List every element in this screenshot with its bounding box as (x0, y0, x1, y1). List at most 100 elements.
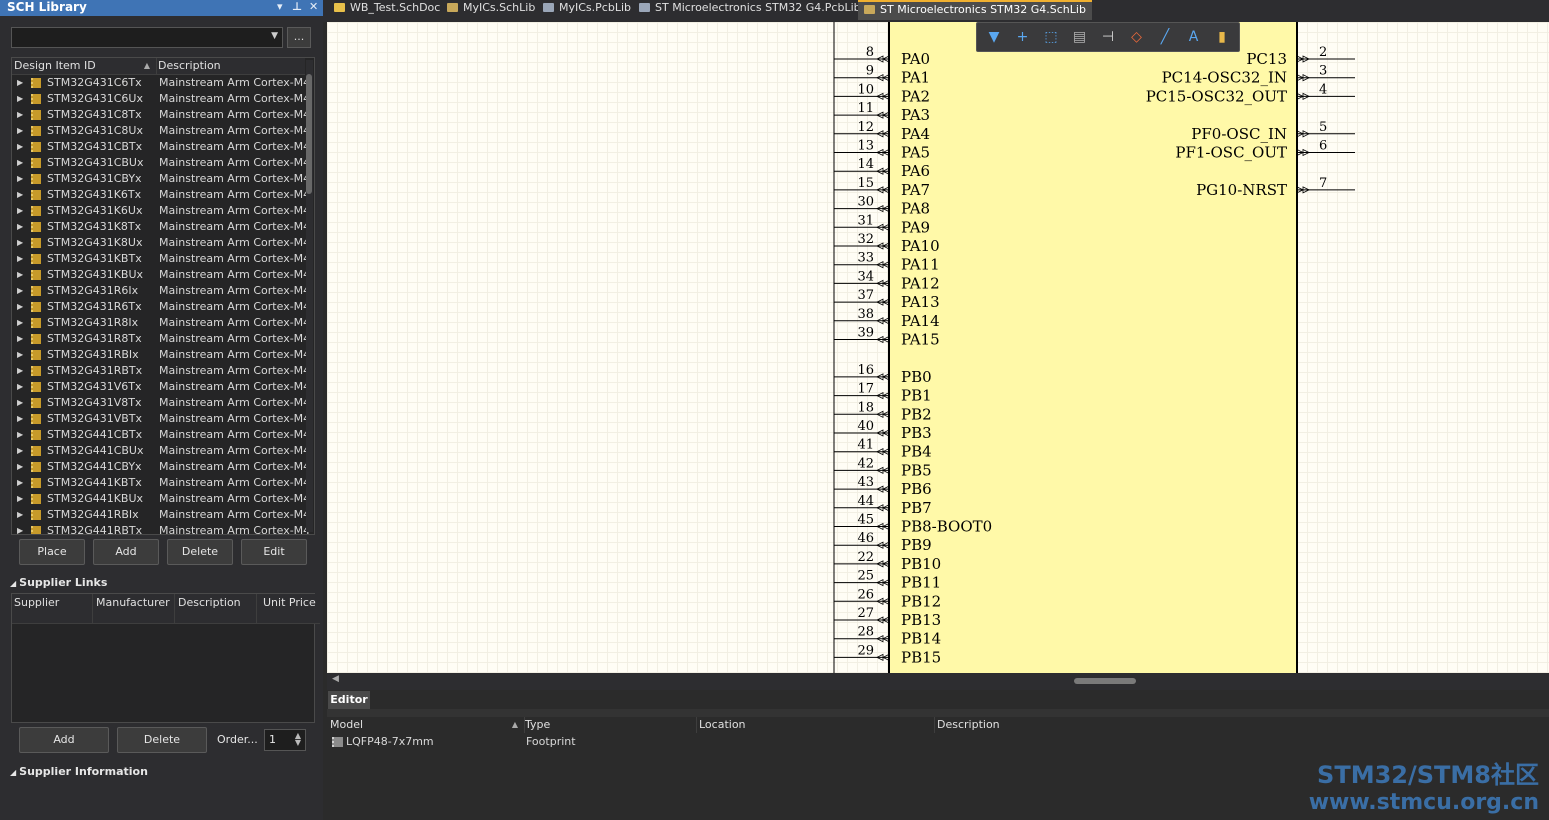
expand-icon[interactable]: ▶ (17, 251, 23, 267)
list-item[interactable]: ▶ STM32G431CBUx Mainstream Arm Cortex-M4 (12, 155, 310, 171)
column-header-supplier-description[interactable]: Description (175, 594, 257, 624)
expand-icon[interactable]: ▶ (17, 443, 23, 459)
tab-stm32g4-schlib[interactable]: ST Microelectronics STM32 G4.SchLib (858, 0, 1092, 20)
list-item[interactable]: ▶ STM32G431K6Ux Mainstream Arm Cortex-M4 (12, 203, 310, 219)
list-item[interactable]: ▶ STM32G431CBTx Mainstream Arm Cortex-M4 (12, 139, 310, 155)
expand-icon[interactable]: ▶ (17, 155, 23, 171)
list-item[interactable]: ▶ STM32G441KBUx Mainstream Arm Cortex-M4 (12, 491, 310, 507)
panel-menu-icon[interactable]: ▾ (277, 0, 283, 13)
expand-icon[interactable]: ▶ (17, 331, 23, 347)
align-icon[interactable]: ▤ (1069, 27, 1091, 47)
list-scrollbar[interactable] (306, 60, 313, 532)
column-header-manufacturer[interactable]: Manufacturer (93, 594, 175, 624)
scroll-left-icon[interactable]: ◀ (332, 674, 339, 684)
schematic-canvas[interactable]: 8 PA0 9 PA1 10 PA2 11 PA3 12 PA4 13 PA5 14 PA6 15 PA7 30… (327, 22, 1549, 673)
list-item[interactable]: ▶ STM32G431CBYx Mainstream Arm Cortex-M4 (12, 171, 310, 187)
list-item[interactable]: ▶ STM32G431V6Tx Mainstream Arm Cortex-M4 (12, 379, 310, 395)
filter-combo[interactable]: ▼ (11, 27, 283, 48)
edit-component-button[interactable]: Edit (241, 539, 307, 565)
list-item[interactable]: ▶ STM32G431C6Tx Mainstream Arm Cortex-M4 (12, 75, 310, 91)
component-list[interactable]: Design Item ID ▲ Description ▶ STM32G431C… (11, 57, 315, 535)
delete-supplier-button[interactable]: Delete (117, 727, 207, 753)
text-icon[interactable]: A (1183, 27, 1205, 47)
table-row[interactable]: LQFP48-7x7mm Footprint (327, 734, 1549, 750)
list-item[interactable]: ▶ STM32G431R6Tx Mainstream Arm Cortex-M4 (12, 299, 310, 315)
expand-icon[interactable]: ▶ (17, 123, 23, 139)
column-header-id[interactable]: Design Item ID ▲ (12, 58, 157, 75)
expand-icon[interactable]: ▶ (17, 203, 23, 219)
expand-icon[interactable]: ▶ (17, 299, 23, 315)
expand-icon[interactable]: ▶ (17, 91, 23, 107)
list-item[interactable]: ▶ STM32G441CBYx Mainstream Arm Cortex-M4 (12, 459, 310, 475)
expand-icon[interactable]: ▶ (17, 219, 23, 235)
tab-myics-pcblib[interactable]: MyICs.PcbLib (537, 0, 637, 18)
scrollbar-thumb[interactable] (306, 74, 312, 194)
list-item[interactable]: ▶ STM32G431RBIx Mainstream Arm Cortex-M4 (12, 347, 310, 363)
expand-icon[interactable]: ▶ (17, 523, 23, 534)
expand-icon[interactable]: ▶ (17, 379, 23, 395)
order-stepper[interactable]: 1 ▲ ▼ (264, 729, 306, 751)
expand-icon[interactable]: ▶ (17, 107, 23, 123)
add-supplier-button[interactable]: Add (19, 727, 109, 753)
expand-icon[interactable]: ▶ (17, 235, 23, 251)
fill-icon[interactable]: ◇ (1126, 27, 1148, 47)
filter-options-button[interactable]: ... (287, 27, 311, 48)
list-item[interactable]: ▶ STM32G431KBUx Mainstream Arm Cortex-M4 (12, 267, 310, 283)
expand-icon[interactable]: ▶ (17, 187, 23, 203)
expand-icon[interactable]: ▶ (17, 171, 23, 187)
expand-icon[interactable]: ▶ (17, 139, 23, 155)
expand-icon[interactable]: ▶ (17, 475, 23, 491)
tab-stm32g4-pcblib[interactable]: ST Microelectronics STM32 G4.PcbLib * (633, 0, 876, 18)
order-label[interactable]: Order... (217, 733, 258, 746)
list-item[interactable]: ▶ STM32G431K8Tx Mainstream Arm Cortex-M4 (12, 219, 310, 235)
list-item[interactable]: ▶ STM32G431KBTx Mainstream Arm Cortex-M4 (12, 251, 310, 267)
expand-icon[interactable]: ▶ (17, 363, 23, 379)
line-icon[interactable]: ╱ (1154, 27, 1176, 47)
column-header-description[interactable]: Description (157, 58, 305, 75)
expand-icon[interactable]: ▶ (17, 507, 23, 523)
place-button[interactable]: Place (19, 539, 85, 565)
column-header-type[interactable]: Type (522, 717, 697, 733)
add-crosshair-icon[interactable]: + (1012, 27, 1034, 47)
pin-icon[interactable]: ⊥ (292, 0, 302, 13)
column-header-unit-price[interactable]: Unit Price (257, 594, 320, 624)
list-item[interactable]: ▶ STM32G431VBTx Mainstream Arm Cortex-M4 (12, 411, 310, 427)
expand-icon[interactable]: ▶ (17, 283, 23, 299)
list-item[interactable]: ▶ STM32G431RBTx Mainstream Arm Cortex-M4 (12, 363, 310, 379)
supplier-information-header[interactable]: ◢ Supplier Information (10, 765, 148, 778)
scrollbar-thumb[interactable] (1074, 678, 1136, 684)
list-item[interactable]: ▶ STM32G431C8Tx Mainstream Arm Cortex-M4 (12, 107, 310, 123)
column-header-model[interactable]: Model ▲ (327, 717, 525, 733)
pin-icon[interactable]: ⊣ (1097, 27, 1119, 47)
expand-icon[interactable]: ▶ (17, 411, 23, 427)
part-icon[interactable]: ▮ (1211, 27, 1233, 47)
expand-icon[interactable]: ▶ (17, 75, 23, 91)
list-item[interactable]: ▶ STM32G431R6Ix Mainstream Arm Cortex-M4 (12, 283, 310, 299)
tab-editor[interactable]: Editor (328, 691, 370, 709)
list-item[interactable]: ▶ STM32G431R8Tx Mainstream Arm Cortex-M4 (12, 331, 310, 347)
expand-icon[interactable]: ▶ (17, 491, 23, 507)
list-item[interactable]: ▶ STM32G431R8Ix Mainstream Arm Cortex-M4 (12, 315, 310, 331)
add-component-button[interactable]: Add (93, 539, 159, 565)
expand-icon[interactable]: ▶ (17, 347, 23, 363)
list-item[interactable]: ▶ STM32G431K8Ux Mainstream Arm Cortex-M4 (12, 235, 310, 251)
tab-myics-schlib[interactable]: MyICs.SchLib (441, 0, 541, 18)
delete-component-button[interactable]: Delete (167, 539, 233, 565)
list-item[interactable]: ▶ STM32G431C8Ux Mainstream Arm Cortex-M4 (12, 123, 310, 139)
list-item[interactable]: ▶ STM32G441RBIx Mainstream Arm Cortex-M4 (12, 507, 310, 523)
expand-icon[interactable]: ▶ (17, 267, 23, 283)
list-item[interactable]: ▶ STM32G431C6Ux Mainstream Arm Cortex-M4 (12, 91, 310, 107)
filter-icon[interactable]: ▼ (983, 27, 1005, 47)
list-item[interactable]: ▶ STM32G441KBTx Mainstream Arm Cortex-M4 (12, 475, 310, 491)
list-item[interactable]: ▶ STM32G441CBUx Mainstream Arm Cortex-M4 (12, 443, 310, 459)
list-item[interactable]: ▶ STM32G431V8Tx Mainstream Arm Cortex-M4 (12, 395, 310, 411)
expand-icon[interactable]: ▶ (17, 395, 23, 411)
list-item[interactable]: ▶ STM32G431K6Tx Mainstream Arm Cortex-M4 (12, 187, 310, 203)
close-icon[interactable]: ✕ (309, 0, 318, 13)
list-item[interactable]: ▶ STM32G441CBTx Mainstream Arm Cortex-M4 (12, 427, 310, 443)
column-header-model-description[interactable]: Description (934, 717, 1549, 733)
supplier-links-table[interactable]: Supplier Manufacturer Description Unit P… (11, 593, 320, 723)
select-rect-icon[interactable]: ⬚ (1040, 27, 1062, 47)
column-header-location[interactable]: Location (696, 717, 935, 733)
column-header-supplier[interactable]: Supplier (12, 594, 93, 624)
